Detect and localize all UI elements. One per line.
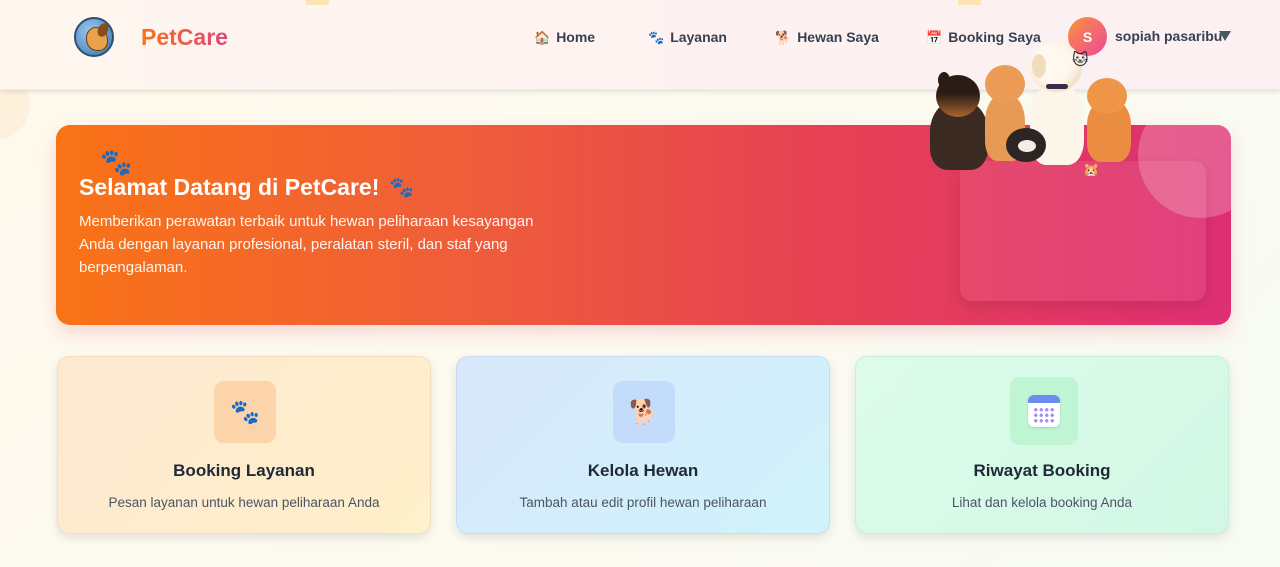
nav-layanan-label: Layanan: [670, 29, 727, 45]
nav-layanan[interactable]: 🐾 Layanan: [648, 28, 727, 46]
welcome-subtitle: Memberikan perawatan terbaik untuk hewan…: [79, 213, 534, 276]
cat-illustration-head: [985, 65, 1025, 103]
user-name[interactable]: sopiah pasaribu: [1115, 28, 1222, 44]
navbar: PetCare 🏠 Home 🐾 Layanan 🐕 Hewan Saya 📅 …: [0, 0, 1280, 90]
chevron-down-icon[interactable]: [1219, 31, 1231, 41]
cat-illustration-head: [1087, 78, 1127, 114]
welcome-title: Selamat Datang di PetCare! 🐾: [79, 174, 414, 201]
paw-icon: 🐾: [214, 381, 276, 443]
nav-home-label: Home: [556, 29, 596, 45]
dog-collar: [1046, 84, 1068, 89]
hamster-icon: 🐹: [1083, 162, 1100, 177]
brand-name[interactable]: PetCare: [141, 24, 228, 51]
card-kelola-hewan[interactable]: 🐕 Kelola Hewan Tambah atau edit profil h…: [456, 356, 830, 534]
logo[interactable]: [74, 17, 114, 57]
cat-face-icon: 🐱: [1072, 52, 1089, 69]
decorative-accent: [306, 0, 329, 5]
card-description: Lihat dan kelola booking Anda: [951, 495, 1133, 510]
nav-hewan-saya-label: Hewan Saya: [797, 29, 879, 45]
calendar-icon-tile: [1010, 377, 1078, 445]
guinea-pig-illustration-patch: [1018, 140, 1036, 152]
card-title: Kelola Hewan: [587, 461, 699, 480]
house-icon: 🏠: [534, 29, 551, 45]
pets-image-frame: [960, 161, 1206, 301]
card-booking-layanan[interactable]: 🐾 Booking Layanan Pesan layanan untuk he…: [57, 356, 431, 534]
card-title: Booking Layanan: [173, 461, 315, 480]
card-title: Riwayat Booking: [973, 461, 1111, 480]
dog-icon: 🐕: [775, 29, 792, 45]
paw-icon: 🐾: [389, 177, 415, 199]
nav-home[interactable]: 🏠 Home: [534, 28, 595, 46]
welcome-title-text: Selamat Datang di PetCare!: [79, 174, 380, 200]
paw-icon: 🐾: [648, 29, 665, 45]
calendar-icon: 📅: [926, 29, 943, 45]
calendar-icon: [1028, 395, 1060, 427]
nav-booking-saya-label: Booking Saya: [948, 29, 1041, 45]
dog-illustration-ear: [938, 72, 950, 88]
card-riwayat-booking[interactable]: Riwayat Booking Lihat dan kelola booking…: [855, 356, 1229, 534]
nav-hewan-saya[interactable]: 🐕 Hewan Saya: [775, 28, 879, 46]
card-description: Tambah atau edit profil hewan peliharaan: [519, 495, 767, 510]
nav-booking-saya[interactable]: 📅 Booking Saya: [926, 28, 1041, 46]
card-description: Pesan layanan untuk hewan peliharaan And…: [108, 495, 380, 510]
dog-icon: 🐕: [613, 381, 675, 443]
dog-illustration-ear: [1032, 54, 1046, 78]
decorative-accent: [958, 0, 981, 5]
